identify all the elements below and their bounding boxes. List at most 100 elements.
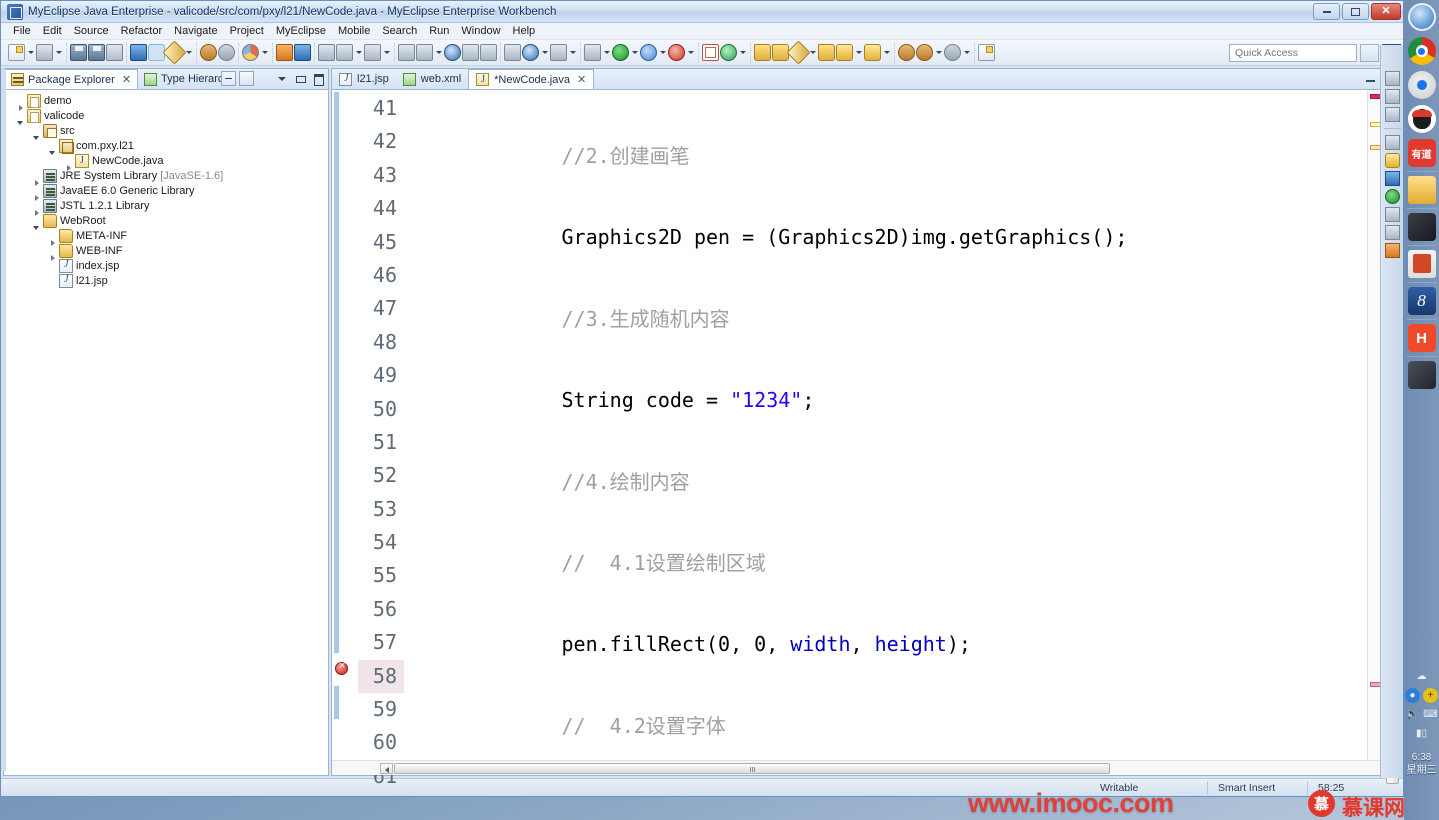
- console-view-icon[interactable]: [1384, 107, 1400, 122]
- debug-arrow[interactable]: [658, 44, 667, 61]
- photoshop-icon[interactable]: 8: [1407, 287, 1436, 315]
- menu-source[interactable]: Source: [68, 24, 115, 38]
- dark-app-icon[interactable]: [1407, 213, 1436, 241]
- hbuilder-icon[interactable]: H: [1407, 324, 1436, 352]
- menu-file[interactable]: File: [7, 24, 37, 38]
- pencil-icon[interactable]: [786, 40, 811, 65]
- profile-arrow[interactable]: [686, 44, 695, 61]
- code-text-area[interactable]: //2.创建画笔 Graphics2D pen = (Graphics2D)im…: [417, 90, 1367, 760]
- editor-tab-web-xml[interactable]: web.xml: [396, 69, 468, 89]
- menu-refactor[interactable]: Refactor: [115, 24, 169, 38]
- forward-icon[interactable]: [944, 44, 961, 61]
- signal-icon[interactable]: ▮▯: [1414, 726, 1429, 741]
- clock[interactable]: 6:38 星期三: [1407, 751, 1437, 777]
- collapse-all-icon[interactable]: [221, 71, 236, 86]
- export-dropdown-arrow[interactable]: [260, 44, 269, 61]
- tree-item-src[interactable]: src: [4, 123, 328, 140]
- tab-package-explorer[interactable]: Package Explorer ✕: [4, 69, 139, 89]
- open-perspective-icon[interactable]: [754, 44, 771, 61]
- restore-button[interactable]: [1342, 3, 1369, 20]
- search-view-icon[interactable]: [1384, 243, 1400, 258]
- console2-view-icon[interactable]: [1384, 207, 1400, 222]
- search-icon[interactable]: [318, 44, 335, 61]
- deploy-icon[interactable]: [130, 44, 147, 61]
- search-prev-arrow[interactable]: [354, 44, 363, 61]
- view-menu-icon[interactable]: [275, 71, 290, 86]
- error-marker-icon[interactable]: [335, 660, 348, 675]
- code-folding-bar[interactable]: [404, 90, 417, 760]
- generate-arrow[interactable]: [738, 44, 747, 61]
- java-arrow[interactable]: [854, 44, 863, 61]
- tree-item-webroot[interactable]: WebRoot: [4, 213, 328, 230]
- menu-navigate[interactable]: Navigate: [168, 24, 223, 38]
- servers-view-icon[interactable]: [1384, 189, 1400, 204]
- minimize-button[interactable]: [1313, 3, 1340, 20]
- minimize-editor-icon[interactable]: [1364, 72, 1378, 85]
- undo-icon[interactable]: [200, 44, 217, 61]
- volume-icon[interactable]: 🔈: [1405, 707, 1420, 722]
- security-icon[interactable]: ●: [1405, 688, 1420, 703]
- redo-icon[interactable]: [218, 44, 235, 61]
- tree-item-jre-library[interactable]: JRE System Library [JavaSE-1.6]: [4, 168, 328, 186]
- quick-access-input[interactable]: [1229, 44, 1357, 62]
- powerpoint-icon[interactable]: [1407, 250, 1436, 278]
- run-icon[interactable]: [612, 44, 629, 61]
- tree-item-package[interactable]: com.pxy.l21: [4, 138, 328, 155]
- new-dropdown-arrow[interactable]: [26, 44, 35, 61]
- editor-tab-newcode-java[interactable]: *NewCode.java ✕: [468, 69, 595, 89]
- package-icon[interactable]: [818, 44, 835, 61]
- menu-help[interactable]: Help: [507, 24, 542, 38]
- external-tools-icon[interactable]: [584, 44, 601, 61]
- sync-icon[interactable]: [480, 44, 497, 61]
- menu-window[interactable]: Window: [455, 24, 506, 38]
- network-icon[interactable]: ☁: [1414, 669, 1429, 684]
- back-prev-icon[interactable]: [916, 44, 933, 61]
- menu-project[interactable]: Project: [224, 24, 270, 38]
- menu-myeclipse[interactable]: MyEclipse: [270, 24, 332, 38]
- hierarchy-view-icon[interactable]: [1384, 89, 1400, 104]
- web-perspective-icon[interactable]: [864, 44, 881, 61]
- close-button[interactable]: ✕: [1371, 3, 1401, 20]
- horizontal-scroll-thumb[interactable]: [394, 763, 1110, 774]
- pencil-arrow[interactable]: [808, 44, 817, 61]
- close-icon[interactable]: ✕: [577, 73, 586, 86]
- focus-icon[interactable]: [257, 71, 272, 86]
- new-folder-icon[interactable]: [36, 44, 53, 61]
- editor-marker-bar[interactable]: [332, 90, 358, 760]
- explorer-folder-icon[interactable]: [1407, 176, 1436, 204]
- open-type-icon[interactable]: [276, 44, 293, 61]
- new-wizard-icon[interactable]: [8, 44, 25, 61]
- menu-search[interactable]: Search: [376, 24, 423, 38]
- scroll-left-button[interactable]: [380, 763, 393, 774]
- search-prev-icon[interactable]: [336, 44, 353, 61]
- snippets-view-icon[interactable]: [1384, 225, 1400, 240]
- chrome-icon[interactable]: [1407, 71, 1436, 99]
- tree-item-javaee-library[interactable]: JavaEE 6.0 Generic Library: [4, 183, 328, 201]
- tree-item-demo[interactable]: demo: [4, 93, 328, 111]
- search-next-icon[interactable]: [364, 44, 381, 61]
- tree-item-l21-jsp[interactable]: l21.jsp: [4, 273, 328, 288]
- upload-icon[interactable]: [462, 44, 479, 61]
- package-view-icon[interactable]: [1384, 135, 1400, 150]
- back-icon[interactable]: [898, 44, 915, 61]
- server-arrow[interactable]: [540, 44, 549, 61]
- tree-item-newcode-java[interactable]: NewCode.java: [4, 153, 328, 171]
- export-icon[interactable]: [242, 44, 259, 61]
- profile-icon[interactable]: [668, 44, 685, 61]
- tree-item-valicode[interactable]: valicode: [4, 108, 328, 125]
- server-icon[interactable]: [504, 44, 521, 61]
- link-with-editor-icon[interactable]: [239, 71, 254, 86]
- editor-horizontal-scrollbar[interactable]: [332, 760, 1400, 775]
- external-arrow[interactable]: [602, 44, 611, 61]
- open-resource-icon[interactable]: [294, 44, 311, 61]
- tree-item-jstl-library[interactable]: JSTL 1.2.1 Library: [4, 198, 328, 216]
- snapshot-icon[interactable]: [550, 44, 567, 61]
- globe-icon[interactable]: [444, 44, 461, 61]
- debug-icon[interactable]: [640, 44, 657, 61]
- project-tree[interactable]: demo valicode src com.pxy.l21 J NewCode.…: [4, 90, 328, 775]
- menu-edit[interactable]: Edit: [37, 24, 68, 38]
- grid-icon[interactable]: [702, 44, 719, 61]
- start-orb-icon[interactable]: [1407, 3, 1436, 31]
- prev-annotation-icon[interactable]: [416, 44, 433, 61]
- save-all-icon[interactable]: [88, 44, 105, 61]
